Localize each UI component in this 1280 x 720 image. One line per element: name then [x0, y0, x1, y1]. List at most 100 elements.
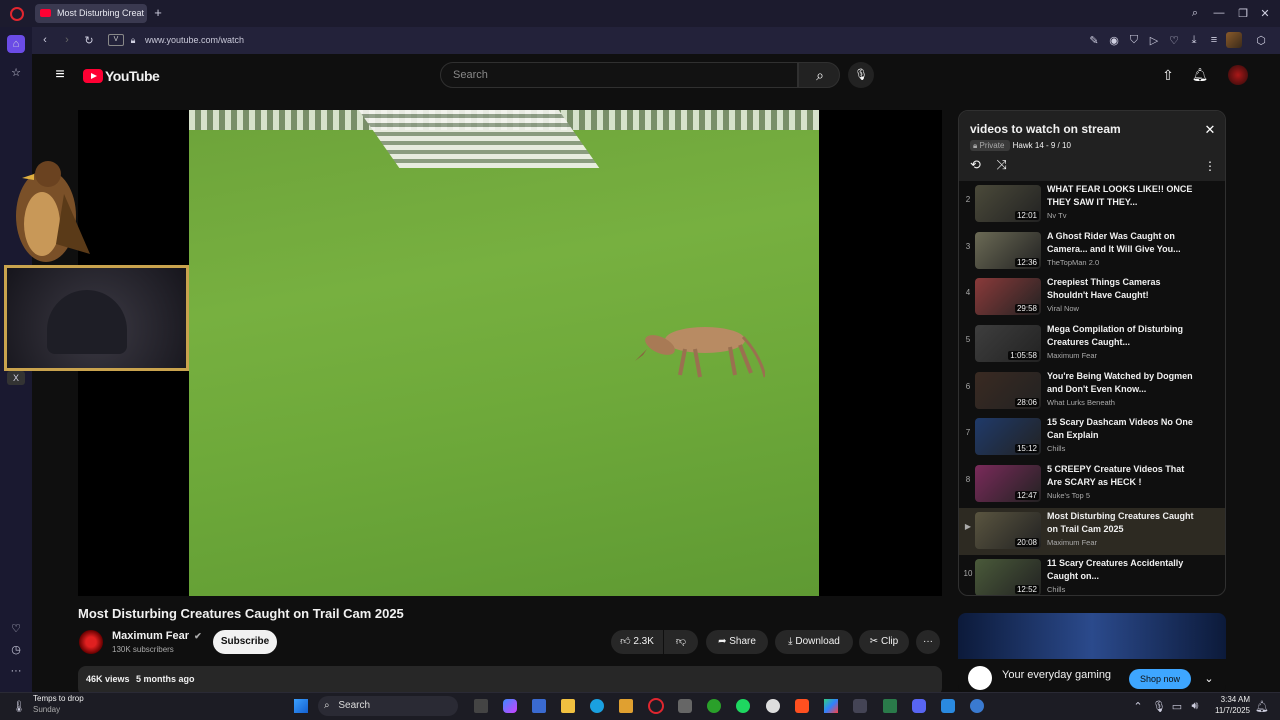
weather-title[interactable]: Temps to drop — [33, 694, 84, 703]
browser-tab[interactable]: Most Disturbing Creat — [35, 4, 147, 23]
opera-logo-icon[interactable] — [10, 7, 24, 21]
clip-button[interactable]: ✂ Clip — [859, 630, 909, 654]
home-icon[interactable]: ⌂ — [7, 35, 25, 53]
site-badge[interactable]: V — [108, 34, 124, 46]
widgets-icon[interactable] — [532, 699, 546, 713]
playlist-title[interactable]: videos to watch on stream — [970, 122, 1214, 136]
app-icon-2[interactable] — [853, 699, 867, 713]
address-bar: ‹ › ↻ V 🔒︎ www.youtube.com/watch ✎ ◉ ⛉ ▷… — [32, 27, 1280, 54]
playlist-item[interactable]: 3 12:36 A Ghost Rider Was Caught on Camera… — [959, 228, 1225, 275]
star-icon[interactable]: ☆ — [7, 63, 25, 81]
notifications-icon[interactable]: 🔔︎ — [1255, 699, 1269, 713]
profile-avatar[interactable] — [1226, 32, 1242, 48]
spotify-icon[interactable] — [736, 699, 750, 713]
clock-time[interactable]: 3:34 AM — [1210, 695, 1250, 704]
playlist-more-icon[interactable]: ⋮ — [1204, 159, 1216, 173]
channel-avatar[interactable] — [79, 630, 103, 654]
channel-name[interactable]: Maximum Fear ✔ — [112, 630, 202, 642]
back-icon[interactable]: ‹ — [38, 33, 52, 47]
playlist-item[interactable]: 2 12:01 WHAT FEAR LOOKS LIKE!! ONCE THEY S… — [959, 181, 1225, 228]
copilot-icon[interactable] — [503, 699, 517, 713]
account-avatar[interactable] — [1228, 65, 1248, 85]
windows-start-icon[interactable] — [294, 699, 308, 713]
shop-now-button[interactable]: Shop now — [1129, 669, 1191, 689]
taskbar-search[interactable]: ⌕ Search — [318, 696, 458, 716]
playlist-items: 2 12:01 WHAT FEAR LOOKS LIKE!! ONCE THEY S… — [959, 181, 1225, 595]
youtube-logo[interactable]: YouTube — [83, 68, 160, 84]
volume-icon[interactable]: 🔊︎ — [1190, 699, 1200, 713]
playlist-item[interactable]: 8 12:47 5 CREEPY Creature Videos That Are … — [959, 461, 1225, 508]
playlist-item[interactable]: 10 12:52 11 Scary Creatures Accidentally C… — [959, 555, 1225, 595]
playlist-item[interactable]: 7 15:12 15 Scary Dashcam Videos No One Can… — [959, 414, 1225, 461]
close-playlist-icon[interactable]: ✕ — [1203, 122, 1217, 137]
more-actions-button[interactable]: ··· — [916, 630, 940, 654]
youtube-favicon-icon — [40, 9, 51, 17]
share-button[interactable]: ➦ Share — [706, 630, 768, 654]
menu-icon[interactable]: ≡ — [1207, 33, 1221, 47]
bookmark-heart-icon[interactable]: ♡ — [1167, 33, 1181, 47]
settings-app-icon[interactable] — [766, 699, 780, 713]
opera-taskbar-icon[interactable] — [648, 698, 664, 714]
weather-icon[interactable]: 🌡︎ — [12, 699, 26, 713]
discord-icon[interactable] — [912, 699, 926, 713]
task-view-icon[interactable] — [474, 699, 488, 713]
camera-icon[interactable]: ◉ — [1107, 33, 1121, 47]
search-tabs-icon[interactable]: ⌕ — [1188, 5, 1202, 21]
close-window-icon[interactable]: ✕ — [1258, 5, 1272, 21]
brave-icon[interactable] — [795, 699, 809, 713]
extensions-icon[interactable]: ⬡ — [1254, 33, 1268, 47]
heart-icon[interactable]: ♡ — [7, 620, 25, 636]
new-tab-icon[interactable]: + — [151, 5, 165, 20]
forward-icon[interactable]: › — [60, 33, 74, 47]
playlist-item-title: Mega Compilation of Disturbing Creatures… — [1047, 324, 1183, 348]
video-player[interactable] — [78, 110, 942, 596]
clock-date[interactable]: 11/7/2025 — [1210, 706, 1250, 715]
app-icon-3[interactable] — [883, 699, 897, 713]
edit-icon[interactable]: ✎ — [1087, 33, 1101, 47]
shuffle-icon[interactable]: ⤨ — [997, 157, 1007, 172]
playlist-item[interactable]: ▶ 20:08 Most Disturbing Creatures Caught o… — [959, 507, 1225, 555]
reload-icon[interactable]: ↻ — [82, 33, 96, 47]
creature-figure — [635, 327, 765, 378]
app-icon-4[interactable] — [941, 699, 955, 713]
notifications-bell-icon[interactable]: 🔔︎ — [1191, 66, 1209, 84]
playlist-item-duration: 12:36 — [1014, 257, 1039, 267]
app-icon-5[interactable] — [970, 699, 984, 713]
hamburger-menu-icon[interactable]: ≡ — [51, 66, 69, 84]
url-text[interactable]: www.youtube.com/watch — [145, 35, 244, 45]
loop-icon[interactable]: ⟲ — [970, 157, 981, 172]
minimize-icon[interactable]: — — [1212, 5, 1226, 21]
maximize-icon[interactable]: ❐ — [1236, 5, 1250, 21]
playlist-item[interactable]: 4 29:58 Creepiest Things Cameras Shouldn't… — [959, 274, 1225, 321]
download-icon[interactable]: ⤓ — [1187, 33, 1201, 47]
network-icon[interactable]: ▭ — [1172, 699, 1182, 713]
edge-icon[interactable] — [590, 699, 604, 713]
description-box[interactable]: 46K views 5 months ago — [78, 666, 942, 692]
search-button[interactable]: ⌕ — [798, 62, 840, 88]
search-input[interactable]: Search — [440, 62, 798, 88]
dislike-button[interactable]: 👎︎ — [664, 630, 698, 654]
xbox-icon[interactable] — [707, 699, 721, 713]
subscribe-button[interactable]: Subscribe — [213, 630, 277, 654]
playlist-item[interactable]: 6 28:06 You're Being Watched by Dogmen and… — [959, 368, 1225, 415]
play-store-icon[interactable] — [824, 699, 838, 713]
playlist-item[interactable]: 5 1:05:58 Mega Compilation of Disturbing C… — [959, 321, 1225, 368]
ad-card[interactable]: Your everyday gaming Shop now ⌄ — [958, 613, 1226, 692]
play-icon[interactable]: ▷ — [1147, 33, 1161, 47]
like-button[interactable]: 👍︎ 2.3K — [611, 630, 663, 654]
lock-icon[interactable]: 🔒︎ — [128, 34, 138, 46]
x-icon[interactable]: X — [7, 371, 25, 385]
shield-icon[interactable]: ⛉ — [1127, 33, 1141, 47]
playlist-item-channel: Maximum Fear — [1047, 537, 1098, 547]
download-button[interactable]: ⤓ Download — [775, 630, 853, 654]
history-icon[interactable]: ◷ — [7, 641, 25, 657]
voice-search-button[interactable]: 🎙︎ — [848, 62, 874, 88]
upload-icon[interactable]: ⇧ — [1159, 66, 1177, 84]
more-icon[interactable]: ··· — [7, 663, 25, 679]
store-icon[interactable] — [619, 699, 633, 713]
app-icon-1[interactable] — [678, 699, 692, 713]
file-explorer-icon[interactable] — [561, 699, 575, 713]
chevron-down-icon[interactable]: ⌄ — [1203, 672, 1215, 685]
mic-tray-icon[interactable]: 🎙︎ — [1152, 699, 1166, 713]
tray-chevron-icon[interactable]: ⌃ — [1133, 699, 1143, 713]
